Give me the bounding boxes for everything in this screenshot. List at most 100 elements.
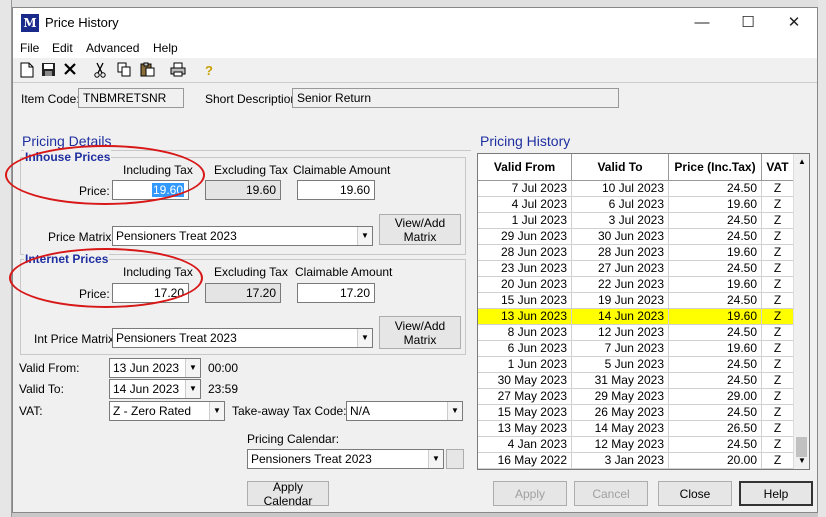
pricing-calendar-browse-button[interactable] (446, 449, 464, 469)
delete-icon[interactable] (61, 62, 79, 80)
print-icon[interactable] (169, 62, 187, 80)
cancel-button[interactable]: Cancel (574, 481, 648, 506)
table-row[interactable]: 30 May 2023 31 May 2023 24.50 Z (478, 373, 794, 389)
chevron-down-icon: ▼ (447, 402, 462, 420)
cell-price: 20.00 (669, 453, 762, 469)
table-row[interactable]: 23 Jun 2023 27 Jun 2023 24.50 Z (478, 261, 794, 277)
copy-icon[interactable] (115, 62, 133, 80)
close-window-button[interactable]: ✕ (771, 8, 817, 38)
cell-vat: Z (762, 245, 794, 261)
cell-valid-to: 12 Jun 2023 (572, 325, 669, 341)
valid-from-date-picker[interactable]: 13 Jun 2023 ▼ (109, 358, 201, 378)
takeaway-tax-code-select[interactable]: N/A ▼ (346, 401, 463, 421)
valid-to-date-picker[interactable]: 14 Jun 2023 ▼ (109, 379, 201, 399)
menu-edit[interactable]: Edit (52, 41, 73, 55)
cell-valid-to: 14 Jun 2023 (572, 309, 669, 325)
item-code-field[interactable]: TNBMRETSNR (78, 88, 184, 108)
scroll-down-icon[interactable]: ▼ (794, 453, 809, 469)
chevron-down-icon: ▼ (209, 402, 224, 420)
cell-price: 19.60 (669, 309, 762, 325)
table-row[interactable]: 13 Jun 2023 14 Jun 2023 19.60 Z (478, 309, 794, 325)
table-row[interactable]: 8 Jun 2023 12 Jun 2023 24.50 Z (478, 325, 794, 341)
int-price-matrix-label: Int Price Matrix: (34, 332, 118, 346)
table-row[interactable]: 4 Jan 2023 12 May 2023 24.50 Z (478, 437, 794, 453)
column-header-price[interactable]: Price (Inc.Tax) (669, 154, 762, 181)
table-row[interactable]: 15 May 2023 26 May 2023 24.50 Z (478, 405, 794, 421)
cell-vat: Z (762, 357, 794, 373)
table-row[interactable]: 1 Jun 2023 5 Jun 2023 24.50 Z (478, 357, 794, 373)
apply-button[interactable]: Apply (493, 481, 567, 506)
table-row[interactable]: 13 May 2023 14 May 2023 26.50 Z (478, 421, 794, 437)
column-header-vat[interactable]: VAT (762, 154, 794, 181)
cell-valid-from: 30 May 2023 (478, 373, 572, 389)
short-description-label: Short Description: (205, 92, 301, 106)
cell-valid-from: 20 Jun 2023 (478, 277, 572, 293)
cell-valid-to: 26 May 2023 (572, 405, 669, 421)
table-row[interactable]: 16 May 2022 3 Jan 2023 20.00 Z (478, 453, 794, 469)
item-code-label: Item Code: (21, 92, 80, 106)
table-row[interactable]: 15 Jun 2023 19 Jun 2023 24.50 Z (478, 293, 794, 309)
takeaway-tax-code-value: N/A (350, 404, 371, 418)
internet-view-add-matrix-button[interactable]: View/Add Matrix (379, 316, 461, 349)
cell-valid-to: 5 Jun 2023 (572, 357, 669, 373)
valid-to-time[interactable]: 23:59 (208, 382, 238, 396)
minimize-button[interactable]: — (679, 8, 725, 38)
scroll-up-icon[interactable]: ▲ (794, 154, 809, 170)
menu-file[interactable]: File (20, 41, 39, 55)
inhouse-claimable-input[interactable]: 19.60 (297, 180, 375, 200)
red-annotation-circle-inhouse (5, 145, 205, 205)
inhouse-view-add-matrix-button[interactable]: View/Add Matrix (379, 214, 461, 245)
cell-vat: Z (762, 261, 794, 277)
menu-help[interactable]: Help (153, 41, 178, 55)
cell-valid-from: 16 May 2022 (478, 453, 572, 469)
cell-price: 24.50 (669, 261, 762, 277)
vertical-scrollbar[interactable]: ▲ ▼ (793, 154, 809, 469)
table-row[interactable]: 7 Jul 2023 10 Jul 2023 24.50 Z (478, 181, 794, 197)
table-row[interactable]: 27 May 2023 29 May 2023 29.00 Z (478, 389, 794, 405)
pricing-history-grid[interactable]: Valid From Valid To Price (Inc.Tax) VAT … (477, 153, 810, 470)
toolbar: ? (13, 59, 817, 83)
close-button[interactable]: Close (658, 481, 732, 506)
internet-claimable-input[interactable]: 17.20 (297, 283, 375, 303)
cell-vat: Z (762, 373, 794, 389)
apply-calendar-button[interactable]: Apply Calendar (247, 480, 329, 508)
help-icon[interactable]: ? (200, 62, 218, 80)
cell-valid-from: 1 Jun 2023 (478, 357, 572, 373)
table-row[interactable]: 29 Jun 2023 30 Jun 2023 24.50 Z (478, 229, 794, 245)
table-row[interactable]: 6 Jun 2023 7 Jun 2023 19.60 Z (478, 341, 794, 357)
column-header-valid-to[interactable]: Valid To (572, 154, 669, 181)
cell-valid-from: 6 Jun 2023 (478, 341, 572, 357)
cell-valid-to: 30 Jun 2023 (572, 229, 669, 245)
short-description-field[interactable]: Senior Return (292, 88, 619, 108)
menu-advanced[interactable]: Advanced (86, 41, 139, 55)
help-button[interactable]: Help (739, 481, 813, 506)
internet-excluding-tax-field: 17.20 (205, 283, 281, 303)
cell-vat: Z (762, 277, 794, 293)
table-row[interactable]: 20 Jun 2023 22 Jun 2023 19.60 Z (478, 277, 794, 293)
cell-price: 19.60 (669, 341, 762, 357)
cell-valid-from: 28 Jun 2023 (478, 245, 572, 261)
column-header-valid-from[interactable]: Valid From (478, 154, 572, 181)
price-matrix-select[interactable]: Pensioners Treat 2023 ▼ (112, 226, 373, 246)
pricing-calendar-select[interactable]: Pensioners Treat 2023 ▼ (247, 449, 444, 469)
int-price-matrix-select[interactable]: Pensioners Treat 2023 ▼ (112, 328, 373, 348)
table-row[interactable]: 4 Jul 2023 6 Jul 2023 19.60 Z (478, 197, 794, 213)
valid-from-time[interactable]: 00:00 (208, 361, 238, 375)
cell-valid-to: 27 Jun 2023 (572, 261, 669, 277)
vat-select[interactable]: Z - Zero Rated ▼ (109, 401, 225, 421)
cell-valid-from: 27 May 2023 (478, 389, 572, 405)
save-icon[interactable] (39, 62, 57, 80)
maximize-button[interactable]: ☐ (725, 8, 771, 38)
cell-valid-from: 13 May 2023 (478, 421, 572, 437)
table-row[interactable]: 1 Jul 2023 3 Jul 2023 24.50 Z (478, 213, 794, 229)
inhouse-view-add-label: View/Add (394, 215, 446, 230)
cell-valid-to: 7 Jun 2023 (572, 341, 669, 357)
paste-icon[interactable] (138, 62, 156, 80)
valid-from-label: Valid From: (19, 361, 80, 375)
new-icon[interactable] (18, 62, 36, 80)
cell-price: 24.50 (669, 229, 762, 245)
table-row[interactable]: 28 Jun 2023 28 Jun 2023 19.60 Z (478, 245, 794, 261)
cell-price: 24.50 (669, 405, 762, 421)
cut-icon[interactable] (91, 62, 109, 80)
cell-vat: Z (762, 453, 794, 469)
